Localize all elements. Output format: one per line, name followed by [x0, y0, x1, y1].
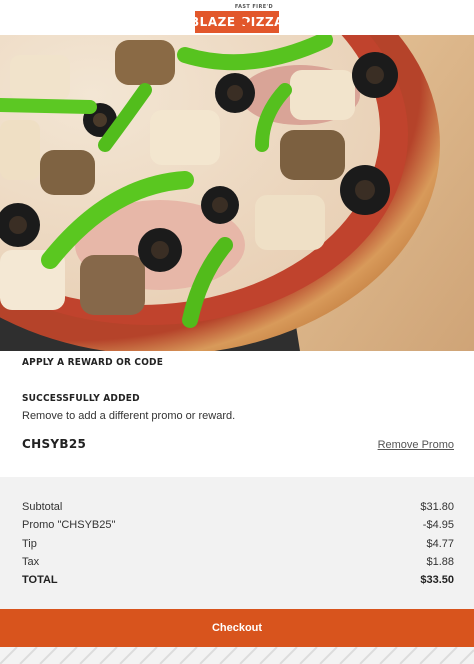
pizza-illustration: [0, 35, 474, 351]
remove-promo-link[interactable]: Remove Promo: [378, 439, 454, 451]
logo-tagline: FAST FIRE'D: [232, 3, 275, 10]
promo-row: Promo "CHSYB25" -$4.95: [22, 519, 454, 531]
applied-promo-code: CHSYB25: [22, 437, 87, 451]
tax-value: $1.88: [426, 556, 454, 568]
total-label: TOTAL: [22, 574, 58, 586]
pizza-hero-image: [0, 35, 474, 351]
tip-value: $4.77: [426, 538, 454, 550]
promo-value: -$4.95: [422, 519, 454, 531]
tip-row: Tip $4.77: [22, 538, 454, 550]
total-row: TOTAL $33.50: [22, 574, 454, 586]
subtotal-value: $31.80: [420, 501, 454, 513]
tax-label: Tax: [22, 556, 40, 568]
subtotal-label: Subtotal: [22, 501, 63, 513]
order-totals: Subtotal $31.80 Promo "CHSYB25" -$4.95 T…: [0, 477, 474, 609]
total-value: $33.50: [420, 574, 454, 586]
promo-label: Promo "CHSYB25": [22, 519, 116, 531]
app-header: FAST FIRE'D BLAZE PIZZA: [0, 0, 474, 35]
apply-reward-heading: APPLY A REWARD OR CODE: [22, 357, 164, 368]
blaze-pizza-logo: FAST FIRE'D BLAZE PIZZA: [190, 3, 283, 33]
subtotal-row: Subtotal $31.80: [22, 501, 454, 513]
checkout-button[interactable]: Checkout: [0, 609, 474, 647]
success-heading: SUCCESSFULLY ADDED: [22, 393, 140, 404]
success-message: Remove to add a different promo or rewar…: [22, 410, 236, 422]
footer-pattern-graphic: [0, 647, 474, 664]
tip-label: Tip: [22, 538, 37, 550]
tax-row: Tax $1.88: [22, 556, 454, 568]
logo-left-text: BLAZE: [190, 14, 236, 29]
footer-pattern: [0, 647, 474, 664]
logo-right-text: PIZZA: [241, 14, 284, 29]
